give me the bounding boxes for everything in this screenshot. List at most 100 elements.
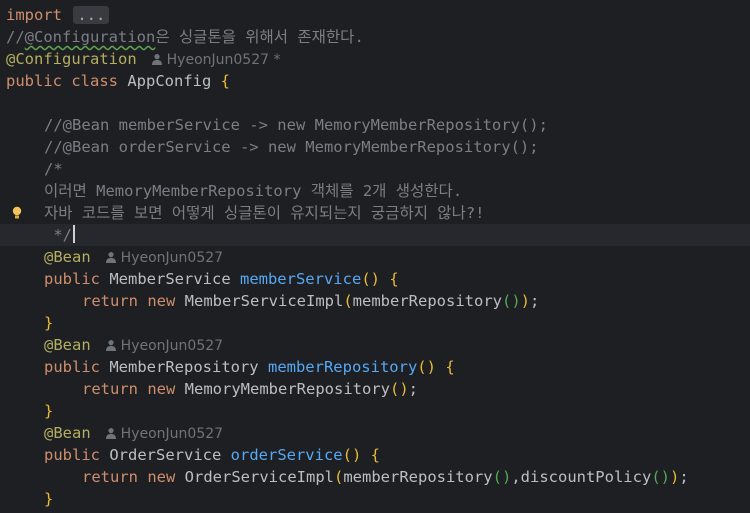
code-token: { xyxy=(389,270,399,288)
code-line[interactable]: public MemberRepository memberRepository… xyxy=(0,356,750,378)
code-text: /* xyxy=(44,158,63,180)
code-line[interactable]: @Bean HyeonJun0527 xyxy=(0,422,750,444)
code-author-hint[interactable]: HyeonJun0527 xyxy=(105,338,223,354)
code-token: return xyxy=(82,292,138,310)
code-token: ; xyxy=(408,380,418,398)
code-token: OrderServiceImpl xyxy=(175,468,334,486)
code-token: ( xyxy=(343,292,353,310)
author-name: HyeonJun0527 * xyxy=(166,52,281,68)
code-author-hint[interactable]: HyeonJun0527 xyxy=(105,426,223,442)
user-icon xyxy=(151,54,162,65)
code-author-hint[interactable]: HyeonJun0527 * xyxy=(151,52,281,68)
code-token: orderService xyxy=(230,446,343,464)
code-text: @Bean HyeonJun0527 xyxy=(44,422,223,445)
code-line[interactable]: } xyxy=(0,488,750,510)
code-line[interactable]: import ... xyxy=(0,4,750,26)
code-line[interactable]: /* xyxy=(0,158,750,180)
code-line[interactable] xyxy=(0,92,750,114)
code-token: } xyxy=(44,402,54,420)
code-token: new xyxy=(147,292,176,310)
code-line[interactable]: } xyxy=(0,400,750,422)
code-text: @Configuration HyeonJun0527 * xyxy=(6,48,280,71)
code-token: { xyxy=(220,72,231,90)
code-text: public class AppConfig { xyxy=(6,70,230,92)
code-line[interactable]: public OrderService orderService() { xyxy=(0,444,750,466)
code-token: MemberService xyxy=(100,270,240,288)
code-line[interactable]: 자바 코드를 보면 어떻게 싱글톤이 유지되는지 궁금하지 않나?! xyxy=(0,202,750,224)
code-line[interactable]: 이러면 MemoryMemberRepository 객체를 2개 생성한다. xyxy=(0,180,750,202)
code-token: ; xyxy=(679,468,689,486)
code-token: () xyxy=(651,468,670,486)
code-line[interactable]: @Bean HyeonJun0527 xyxy=(0,334,750,356)
author-name: HyeonJun0527 xyxy=(120,250,224,266)
code-token: MemberRepository xyxy=(100,358,268,376)
code-token: ... xyxy=(73,6,110,24)
code-line[interactable]: return new MemoryMemberRepository(); xyxy=(0,378,750,400)
code-token: () xyxy=(361,270,380,288)
code-text: //@Bean orderService -> new MemoryMember… xyxy=(44,136,539,158)
code-token: 이러면 MemoryMemberRepository 객체를 2개 생성한다. xyxy=(44,182,463,200)
code-token: //@Bean orderService -> new MemoryMember… xyxy=(44,138,539,156)
code-text: public MemberService memberService() { xyxy=(44,268,399,290)
code-token: () xyxy=(389,380,409,398)
code-line[interactable]: //@Bean memberService -> new MemoryMembe… xyxy=(0,114,750,136)
code-line[interactable]: //@Configuration은 싱글톤을 위해서 존재한다. xyxy=(0,26,750,48)
code-line[interactable]: public class AppConfig { xyxy=(0,70,750,92)
code-token: public xyxy=(44,446,100,464)
code-token: @Bean xyxy=(44,248,91,266)
code-token: /* xyxy=(44,160,63,178)
code-text: //@Configuration은 싱글톤을 위해서 존재한다. xyxy=(6,26,364,48)
code-text: } xyxy=(44,488,53,510)
code-token: { xyxy=(445,358,455,376)
code-line[interactable]: */ xyxy=(0,224,750,246)
code-token: ( xyxy=(333,468,344,486)
code-line[interactable]: @Bean HyeonJun0527 xyxy=(0,246,750,268)
code-token: } xyxy=(44,490,54,508)
lightbulb-icon[interactable] xyxy=(11,206,23,220)
code-line[interactable]: public MemberService memberService() { xyxy=(0,268,750,290)
code-token: //@Bean memberService -> new MemoryMembe… xyxy=(44,116,548,134)
code-token: } xyxy=(44,314,54,332)
code-line[interactable]: return new OrderServiceImpl(memberReposi… xyxy=(0,466,750,488)
code-line[interactable]: return new MemberServiceImpl(memberRepos… xyxy=(0,290,750,312)
code-token: @Bean xyxy=(44,336,91,354)
code-text: 이러면 MemoryMemberRepository 객체를 2개 생성한다. xyxy=(44,180,462,202)
user-icon xyxy=(105,252,116,263)
code-token: () xyxy=(501,292,521,310)
code-token: 은 싱글톤을 위해서 존재한다. xyxy=(155,28,364,46)
user-icon xyxy=(105,428,116,439)
code-token: return xyxy=(82,380,138,398)
code-text: 자바 코드를 보면 어떻게 싱글톤이 유지되는지 궁금하지 않나?! xyxy=(44,202,485,224)
code-line[interactable]: } xyxy=(0,312,750,334)
code-line[interactable]: @Configuration HyeonJun0527 * xyxy=(0,48,750,70)
code-token: memberRepository xyxy=(352,292,502,310)
code-token: // xyxy=(6,28,25,46)
code-text: } xyxy=(44,312,53,334)
code-token: @Configuration xyxy=(6,50,137,68)
code-text: public OrderService orderService() { xyxy=(44,444,380,466)
code-token: ) xyxy=(669,468,680,486)
code-text: return new MemoryMemberRepository(); xyxy=(82,378,418,400)
code-token: public xyxy=(6,72,62,90)
code-token: () xyxy=(417,358,436,376)
code-line[interactable]: //@Bean orderService -> new MemoryMember… xyxy=(0,136,750,158)
code-text: @Bean HyeonJun0527 xyxy=(44,334,223,357)
code-token: { xyxy=(370,446,380,464)
code-token: return xyxy=(82,468,138,486)
text-caret xyxy=(73,225,75,243)
code-token: AppConfig xyxy=(118,72,221,90)
code-author-hint[interactable]: HyeonJun0527 xyxy=(105,250,223,266)
code-text: //@Bean memberService -> new MemoryMembe… xyxy=(44,114,548,136)
code-editor[interactable]: import ...//@Configuration은 싱글톤을 위해서 존재한… xyxy=(0,0,750,513)
code-token: public xyxy=(44,358,100,376)
code-token: */ xyxy=(44,226,72,244)
code-token: 자바 코드를 보면 어떻게 싱글톤이 유지되는지 궁금하지 않나?! xyxy=(44,204,485,222)
code-token: , xyxy=(511,468,521,486)
code-text: @Bean HyeonJun0527 xyxy=(44,246,223,269)
